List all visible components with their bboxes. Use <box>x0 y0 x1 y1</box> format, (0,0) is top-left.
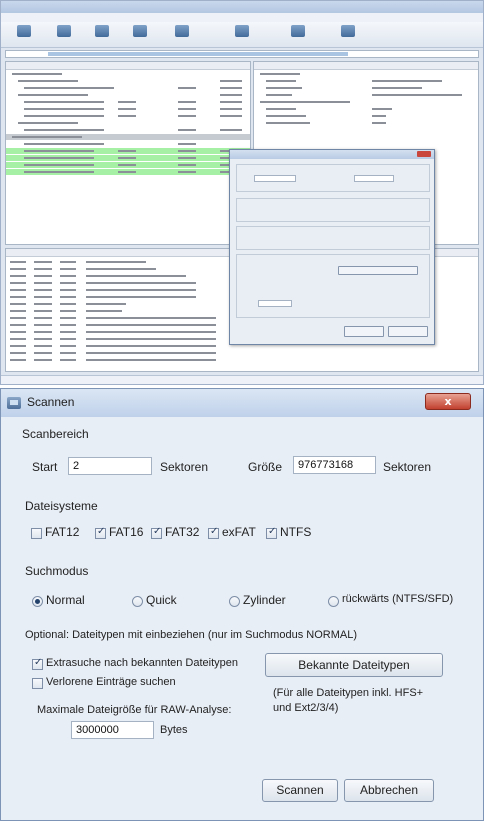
backward-radio[interactable] <box>328 596 339 607</box>
toolbar-icon[interactable] <box>331 24 365 46</box>
ntfs-label[interactable]: NTFS <box>280 525 311 539</box>
fat16-label[interactable]: FAT16 <box>109 525 143 539</box>
start-input[interactable] <box>68 457 152 475</box>
cancel-button[interactable]: Abbrechen <box>344 779 434 802</box>
toolbar-icon[interactable] <box>47 24 81 46</box>
lost-entries-checkbox[interactable] <box>32 678 43 689</box>
size-input[interactable] <box>293 456 376 474</box>
app-icon <box>7 397 21 409</box>
close-button[interactable]: x <box>425 393 471 410</box>
start-unit: Sektoren <box>160 460 209 474</box>
toolbar-icon[interactable] <box>165 24 199 46</box>
fat12-checkbox[interactable] <box>31 528 42 539</box>
start-label: Start <box>32 460 58 474</box>
max-size-input[interactable] <box>71 721 154 739</box>
search-mode-heading: Suchmodus <box>25 564 89 578</box>
toolbar-icon[interactable] <box>85 24 119 46</box>
app-menu-bar <box>1 13 483 22</box>
partition-tree <box>5 61 251 245</box>
fat16-checkbox[interactable] <box>95 526 106 539</box>
max-size-unit: Bytes <box>160 724 188 736</box>
size-label: Größe <box>248 460 283 474</box>
scan-button[interactable]: Scannen <box>262 779 338 802</box>
quick-label[interactable]: Quick <box>146 593 177 607</box>
dialog-title: Scannen <box>27 395 75 409</box>
normal-label[interactable]: Normal <box>46 593 85 607</box>
ntfs-checkbox[interactable] <box>266 526 277 539</box>
app-toolbar <box>1 22 483 48</box>
toolbar-icon[interactable] <box>281 24 315 46</box>
exfat-label[interactable]: exFAT <box>222 525 256 539</box>
normal-radio[interactable] <box>32 596 43 607</box>
scan-dialog: Scannen x Scanbereich Start Sektoren Grö… <box>0 388 484 821</box>
cylinder-radio[interactable] <box>229 596 240 607</box>
optional-heading: Optional: Dateitypen mit einbeziehen (nu… <box>25 629 357 641</box>
extra-search-label[interactable]: Extrasuche nach bekannten Dateitypen <box>46 657 238 669</box>
known-file-types-button[interactable]: Bekannte Dateitypen <box>265 653 443 677</box>
mini-scan-dialog <box>229 149 435 345</box>
toolbar-icon[interactable] <box>7 24 41 46</box>
close-icon <box>417 151 431 157</box>
filesystems-heading: Dateisysteme <box>25 499 98 513</box>
quick-radio[interactable] <box>132 596 143 607</box>
toolbar-icon[interactable] <box>225 24 259 46</box>
lost-entries-label[interactable]: Verlorene Einträge suchen <box>46 676 176 688</box>
scan-range-heading: Scanbereich <box>22 427 89 441</box>
fat32-checkbox[interactable] <box>151 526 162 539</box>
fat32-label[interactable]: FAT32 <box>165 525 199 539</box>
close-icon: x <box>444 395 452 408</box>
app-window-thumbnail <box>0 0 484 385</box>
max-size-label: Maximale Dateigröße für RAW-Analyse: <box>37 704 232 716</box>
size-unit: Sektoren <box>383 460 432 474</box>
app-title-bar <box>1 1 483 13</box>
app-status-bar <box>1 375 483 384</box>
exfat-checkbox[interactable] <box>208 526 219 539</box>
known-types-note: (Für alle Dateitypen inkl. HFS+ und Ext2… <box>273 687 424 714</box>
cylinder-label[interactable]: Zylinder <box>243 593 286 607</box>
extra-search-checkbox[interactable] <box>32 657 43 670</box>
toolbar-icon[interactable] <box>123 24 157 46</box>
fat12-label[interactable]: FAT12 <box>45 525 79 539</box>
path-bar <box>5 50 479 58</box>
backward-label[interactable]: rückwärts (NTFS/SFD) <box>342 593 453 605</box>
